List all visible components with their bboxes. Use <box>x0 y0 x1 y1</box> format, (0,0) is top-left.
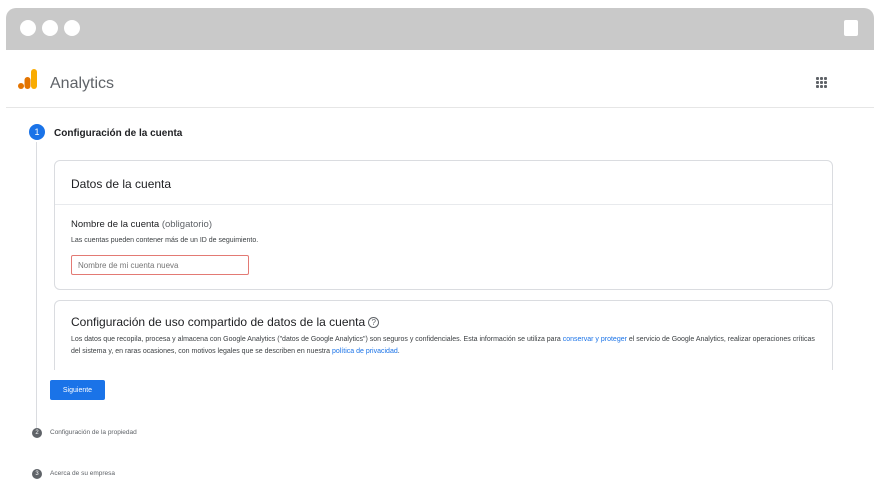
step-1-circle: 1 <box>29 124 45 140</box>
next-button[interactable]: Siguiente <box>50 380 105 400</box>
step-2-label[interactable]: Configuración de la propiedad <box>50 429 137 436</box>
sharing-text-3: . <box>397 348 400 355</box>
app-header: Analytics <box>6 50 874 108</box>
account-name-label: Nombre de la cuenta (obligatorio) <box>71 219 212 230</box>
window-dot-2 <box>42 20 58 36</box>
window-chrome <box>6 8 874 50</box>
account-name-required: (obligatorio) <box>161 219 213 230</box>
account-name-label-text: Nombre de la cuenta <box>71 219 160 230</box>
sharing-text-1: Los datos que recopila, procesa y almace… <box>71 336 561 343</box>
account-name-help: Las cuentas pueden contener más de un ID… <box>71 237 259 244</box>
step-2-circle: 2 <box>32 428 42 438</box>
account-details-card: Datos de la cuenta Nombre de la cuenta (… <box>54 160 833 290</box>
step-1-label: Configuración de la cuenta <box>54 128 183 139</box>
help-circle-icon[interactable]: ? <box>368 317 380 328</box>
account-card-title: Datos de la cuenta <box>71 177 172 191</box>
window-square-icon <box>844 20 858 36</box>
sharing-card-title: Configuración de uso compartido de datos… <box>71 315 380 329</box>
stepper-line <box>36 142 37 428</box>
step-3-label[interactable]: Acerca de su empresa <box>50 470 115 477</box>
preserve-protect-link[interactable]: conservar y proteger <box>563 336 627 343</box>
window-dot-3 <box>64 20 80 36</box>
step-3-circle: 3 <box>32 469 42 479</box>
privacy-policy-link[interactable]: política de privacidad <box>332 348 398 355</box>
window-dot-1 <box>20 20 36 36</box>
app-name: Analytics <box>50 75 115 92</box>
apps-grid-icon[interactable] <box>816 77 828 89</box>
card-header: Datos de la cuenta <box>55 161 832 205</box>
analytics-logo-icon <box>18 69 37 89</box>
account-name-input[interactable] <box>71 255 249 275</box>
data-sharing-card: Configuración de uso compartido de datos… <box>54 300 833 370</box>
sharing-card-title-text: Configuración de uso compartido de datos… <box>71 315 366 329</box>
sharing-card-description: Los datos que recopila, procesa y almace… <box>71 334 821 358</box>
